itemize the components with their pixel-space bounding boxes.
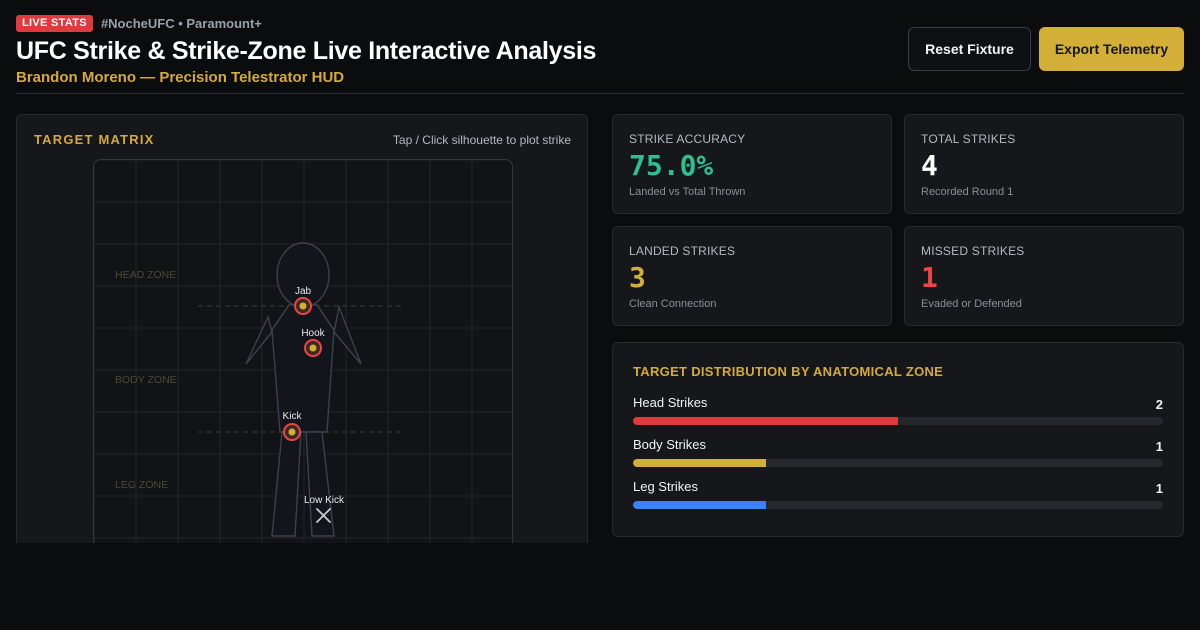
missed-strikes-label: MISSED STRIKES	[921, 244, 1025, 258]
silhouette-right-leg[interactable]	[305, 431, 335, 537]
zone-label-head: HEAD ZONE	[115, 269, 176, 281]
target-matrix-panel: TARGET MATRIX Tap / Click silhouette to …	[16, 114, 588, 574]
leg-strikes-count: 1	[1155, 481, 1163, 496]
strike-label-low-kick: Low Kick	[304, 495, 345, 506]
target-matrix-hint: Tap / Click silhouette to plot strike	[392, 133, 571, 147]
zone-label-leg: LEG ZONE	[115, 479, 168, 491]
strike-accuracy-card: STRIKE ACCURACY 75.0% Landed vs Total Th…	[612, 114, 892, 214]
total-strikes-card: TOTAL STRIKES 4 Recorded Round 1	[904, 114, 1184, 214]
landed-strikes-card: LANDED STRIKES 3 Clean Connection	[612, 226, 892, 326]
leg-strikes-label: Leg Strikes	[633, 479, 699, 494]
missed-strikes-card: MISSED STRIKES 1 Evaded or Defended	[904, 226, 1184, 326]
reset-fixture-button[interactable]: Reset Fixture	[908, 27, 1031, 71]
body-strikes-count: 1	[1155, 439, 1163, 454]
landed-strikes-value: 3	[629, 261, 646, 294]
leg-strikes-row: Leg Strikes 1	[633, 479, 1163, 511]
leg-strikes-track	[633, 501, 1163, 509]
strike-label-jab: Jab	[295, 286, 312, 297]
target-distribution-title: TARGET DISTRIBUTION BY ANATOMICAL ZONE	[633, 364, 944, 379]
header-divider	[16, 93, 1184, 94]
live-stats-badge: LIVE STATS	[16, 14, 93, 32]
body-strikes-row: Body Strikes 1	[633, 437, 1163, 469]
missed-strikes-note: Evaded or Defended	[921, 298, 1022, 310]
head-strikes-label: Head Strikes	[633, 395, 708, 410]
silhouette-right-arm[interactable]	[333, 304, 362, 365]
strike-plot-area[interactable]: HEAD ZONE BODY ZONE LEG ZONE Jab Hook Ki…	[93, 159, 513, 559]
strike-dot-jab	[299, 302, 307, 310]
viewport-bottom-fill	[0, 543, 1200, 630]
export-telemetry-button[interactable]: Export Telemetry	[1039, 27, 1184, 71]
body-strikes-track	[633, 459, 1163, 467]
body-strikes-bar	[633, 459, 766, 467]
total-strikes-label: TOTAL STRIKES	[921, 132, 1016, 146]
missed-strikes-value: 1	[921, 261, 938, 294]
head-strikes-track	[633, 417, 1163, 425]
total-strikes-value: 4	[921, 149, 938, 182]
strike-label-kick: Kick	[283, 411, 303, 422]
strike-accuracy-value: 75.0%	[629, 149, 714, 182]
zone-label-body: BODY ZONE	[115, 374, 177, 386]
silhouette-left-leg[interactable]	[271, 431, 302, 537]
target-matrix-title: TARGET MATRIX	[34, 132, 155, 147]
head-strikes-row: Head Strikes 2	[633, 395, 1163, 427]
strike-plot-svg[interactable]: HEAD ZONE BODY ZONE LEG ZONE Jab Hook Ki…	[94, 160, 513, 559]
strike-accuracy-label: STRIKE ACCURACY	[629, 132, 746, 146]
head-strikes-count: 2	[1155, 397, 1163, 412]
hashtag-label: #NocheUFC • Paramount+	[100, 15, 262, 31]
strike-accuracy-note: Landed vs Total Thrown	[629, 186, 746, 198]
total-strikes-note: Recorded Round 1	[921, 186, 1014, 198]
zone-labels: HEAD ZONE BODY ZONE LEG ZONE	[115, 269, 177, 491]
silhouette-left-arm[interactable]	[245, 314, 273, 365]
silhouette-torso[interactable]	[271, 304, 335, 433]
strike-dot-kick	[288, 428, 296, 436]
body-strikes-label: Body Strikes	[633, 437, 706, 452]
strike-label-hook: Hook	[301, 328, 325, 339]
page-subtitle: Brandon Moreno — Precision Telestrator H…	[16, 69, 345, 86]
leg-strikes-bar	[633, 501, 766, 509]
target-distribution-panel: TARGET DISTRIBUTION BY ANATOMICAL ZONE H…	[612, 342, 1184, 537]
strike-dot-hook	[309, 344, 317, 352]
landed-strikes-note: Clean Connection	[629, 298, 717, 310]
head-strikes-bar	[633, 417, 898, 425]
strike-marker-jab[interactable]: Jab	[294, 286, 312, 315]
landed-strikes-label: LANDED STRIKES	[629, 244, 736, 258]
